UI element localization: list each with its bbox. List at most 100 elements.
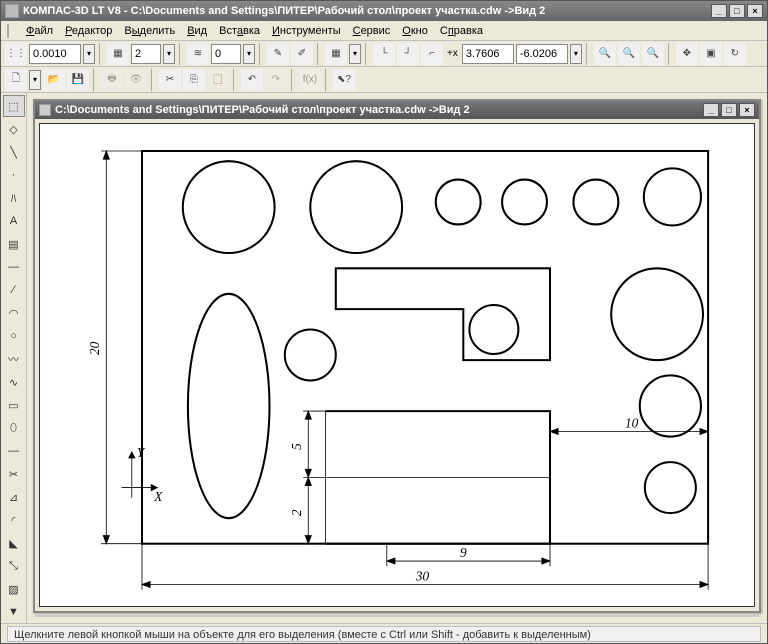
fx-icon[interactable]: f(x) bbox=[299, 69, 321, 91]
tool-arc-icon[interactable]: ◠ bbox=[3, 302, 25, 324]
tool-circle-icon[interactable]: ○ bbox=[3, 325, 25, 347]
brush-icon[interactable]: ✎ bbox=[267, 43, 289, 65]
document-area: C:\Documents and Settings\ПИТЕР\Рабочий … bbox=[27, 93, 767, 623]
step-input[interactable] bbox=[29, 44, 81, 64]
tool-hatch-icon[interactable]: ▤ bbox=[3, 233, 25, 255]
open-icon[interactable]: 📂 bbox=[43, 69, 65, 91]
tool-expand-icon[interactable]: ▼ bbox=[3, 601, 25, 623]
doc-maximize-button[interactable]: □ bbox=[721, 103, 737, 117]
layer-input[interactable] bbox=[131, 44, 161, 64]
tool-select-icon[interactable]: ⬚ bbox=[3, 95, 25, 117]
step-dropdown[interactable]: ▾ bbox=[83, 44, 95, 64]
menu-select[interactable]: Выделить bbox=[124, 25, 175, 37]
tool-rect-icon[interactable]: ▭ bbox=[3, 394, 25, 416]
coord-x-label: +x bbox=[447, 48, 458, 59]
snap-icon[interactable]: ⋮⋮ bbox=[5, 43, 27, 65]
tool-misc-icon[interactable]: ▨ bbox=[3, 578, 25, 600]
main-window: КОМПАС-3D LT V8 - C:\Documents and Setti… bbox=[0, 0, 768, 644]
menu-view[interactable]: Вид bbox=[187, 25, 207, 37]
tool-text-icon[interactable]: ﾊ bbox=[3, 187, 25, 209]
tool-segment-icon[interactable]: ∕ bbox=[3, 279, 25, 301]
tool-line-icon[interactable]: ╲ bbox=[3, 141, 25, 163]
zoom-in-icon[interactable]: 🔍 bbox=[594, 43, 616, 65]
zoom-fit-icon[interactable]: 🔍 bbox=[642, 43, 664, 65]
document-window: C:\Documents and Settings\ПИТЕР\Рабочий … bbox=[33, 99, 761, 613]
layer-dropdown[interactable]: ▾ bbox=[163, 44, 175, 64]
app-icon bbox=[5, 4, 19, 18]
dim-2: 2 bbox=[289, 509, 304, 516]
tool-point-icon[interactable]: · bbox=[3, 164, 25, 186]
grid-icon[interactable]: ▦ bbox=[325, 43, 347, 65]
brush2-icon[interactable]: ✐ bbox=[291, 43, 313, 65]
coord-icon[interactable]: ┘ bbox=[397, 43, 419, 65]
tool-fillet-icon[interactable]: ◜ bbox=[3, 509, 25, 531]
layer-icon[interactable]: ▦ bbox=[107, 43, 129, 65]
status-text: Щелкните левой кнопкой мыши на объекте д… bbox=[7, 626, 761, 642]
print-icon[interactable]: 🖶 bbox=[101, 69, 123, 91]
menu-window[interactable]: Окно bbox=[402, 25, 428, 37]
local-icon[interactable]: ⌐ bbox=[421, 43, 443, 65]
dim-9: 9 bbox=[460, 545, 467, 560]
new-icon[interactable]: 🗋 bbox=[5, 69, 27, 91]
doc-close-button[interactable]: × bbox=[739, 103, 755, 117]
grid-dropdown[interactable]: ▾ bbox=[349, 44, 361, 64]
tool-chamfer-icon[interactable]: ◣ bbox=[3, 532, 25, 554]
toolbar-standard: 🗋 ▾ 📂 💾 🖶 👁 ✂ ⎘ 📋 ↶ ↷ f(x) ⬉? bbox=[1, 67, 767, 93]
tool-geom-icon[interactable]: ◇ bbox=[3, 118, 25, 140]
state-dropdown[interactable]: ▾ bbox=[243, 44, 255, 64]
tool-dim-icon[interactable]: A bbox=[3, 210, 25, 232]
zoom-out-icon[interactable]: 🔍 bbox=[618, 43, 640, 65]
save-icon[interactable]: 💾 bbox=[67, 69, 89, 91]
tool-sep2-icon: ― bbox=[3, 440, 25, 462]
window-title: КОМПАС-3D LT V8 - C:\Documents and Setti… bbox=[23, 5, 545, 17]
menu-file[interactable]: Файл bbox=[26, 25, 53, 37]
preview-icon[interactable]: 👁 bbox=[125, 69, 147, 91]
menu-insert[interactable]: Вставка bbox=[219, 25, 260, 37]
axis-x-label: X bbox=[153, 489, 163, 504]
menubar: Файл Редактор Выделить Вид Вставка Инстр… bbox=[1, 21, 767, 41]
menu-help[interactable]: Справка bbox=[440, 25, 483, 37]
workarea: ⬚ ◇ ╲ · ﾊ A ▤ ― ∕ ◠ ○ 〰 ∿ ▭ ⬯ ― ✂ ⊿ ◜ ◣ … bbox=[1, 93, 767, 623]
menu-editor[interactable]: Редактор bbox=[65, 25, 112, 37]
tool-move-icon[interactable]: ⤡ bbox=[3, 555, 25, 577]
cursor-icon[interactable]: ⬉? bbox=[333, 69, 355, 91]
tool-extend-icon[interactable]: ⊿ bbox=[3, 486, 25, 508]
document-title: C:\Documents and Settings\ПИТЕР\Рабочий … bbox=[55, 104, 470, 116]
command-bar[interactable] bbox=[35, 615, 759, 617]
minimize-button[interactable]: _ bbox=[711, 4, 727, 18]
coord-y-input[interactable] bbox=[516, 44, 568, 64]
tool-ellipse-icon[interactable]: ⬯ bbox=[3, 417, 25, 439]
dim-10: 10 bbox=[625, 415, 639, 430]
menu-handle[interactable] bbox=[7, 24, 10, 38]
cut-icon[interactable]: ✂ bbox=[159, 69, 181, 91]
menu-tools[interactable]: Инструменты bbox=[272, 25, 341, 37]
undo-icon[interactable]: ↶ bbox=[241, 69, 263, 91]
menu-service[interactable]: Сервис bbox=[353, 25, 391, 37]
tool-bezier-icon[interactable]: ∿ bbox=[3, 371, 25, 393]
state-input[interactable] bbox=[211, 44, 241, 64]
tool-trim-icon[interactable]: ✂ bbox=[3, 463, 25, 485]
pan-icon[interactable]: ✥ bbox=[676, 43, 698, 65]
rotate-icon[interactable]: ▣ bbox=[700, 43, 722, 65]
drawing-canvas[interactable]: Y X 20 bbox=[39, 123, 755, 607]
ortho-icon[interactable]: └ bbox=[373, 43, 395, 65]
state-icon[interactable]: ≋ bbox=[187, 43, 209, 65]
copy-icon[interactable]: ⎘ bbox=[183, 69, 205, 91]
close-button[interactable]: × bbox=[747, 4, 763, 18]
paste-icon[interactable]: 📋 bbox=[207, 69, 229, 91]
left-toolbar: ⬚ ◇ ╲ · ﾊ A ▤ ― ∕ ◠ ○ 〰 ∿ ▭ ⬯ ― ✂ ⊿ ◜ ◣ … bbox=[1, 93, 27, 623]
redo-icon[interactable]: ↷ bbox=[265, 69, 287, 91]
document-titlebar: C:\Documents and Settings\ПИТЕР\Рабочий … bbox=[35, 101, 759, 119]
tool-sep1-icon: ― bbox=[3, 256, 25, 278]
dim-5: 5 bbox=[289, 443, 304, 450]
dim-20: 20 bbox=[87, 341, 102, 355]
tool-spline-icon[interactable]: 〰 bbox=[3, 348, 25, 370]
new-dropdown[interactable]: ▾ bbox=[29, 70, 41, 90]
redraw-icon[interactable]: ↻ bbox=[724, 43, 746, 65]
coord-dropdown[interactable]: ▾ bbox=[570, 44, 582, 64]
maximize-button[interactable]: □ bbox=[729, 4, 745, 18]
toolbar-coords: ⋮⋮ ▾ ▦ ▾ ≋ ▾ ✎ ✐ ▦ ▾ └ ┘ ⌐ +x ▾ 🔍 🔍 🔍 ✥ … bbox=[1, 41, 767, 67]
doc-minimize-button[interactable]: _ bbox=[703, 103, 719, 117]
coord-x-input[interactable] bbox=[462, 44, 514, 64]
dim-30: 30 bbox=[415, 568, 430, 583]
